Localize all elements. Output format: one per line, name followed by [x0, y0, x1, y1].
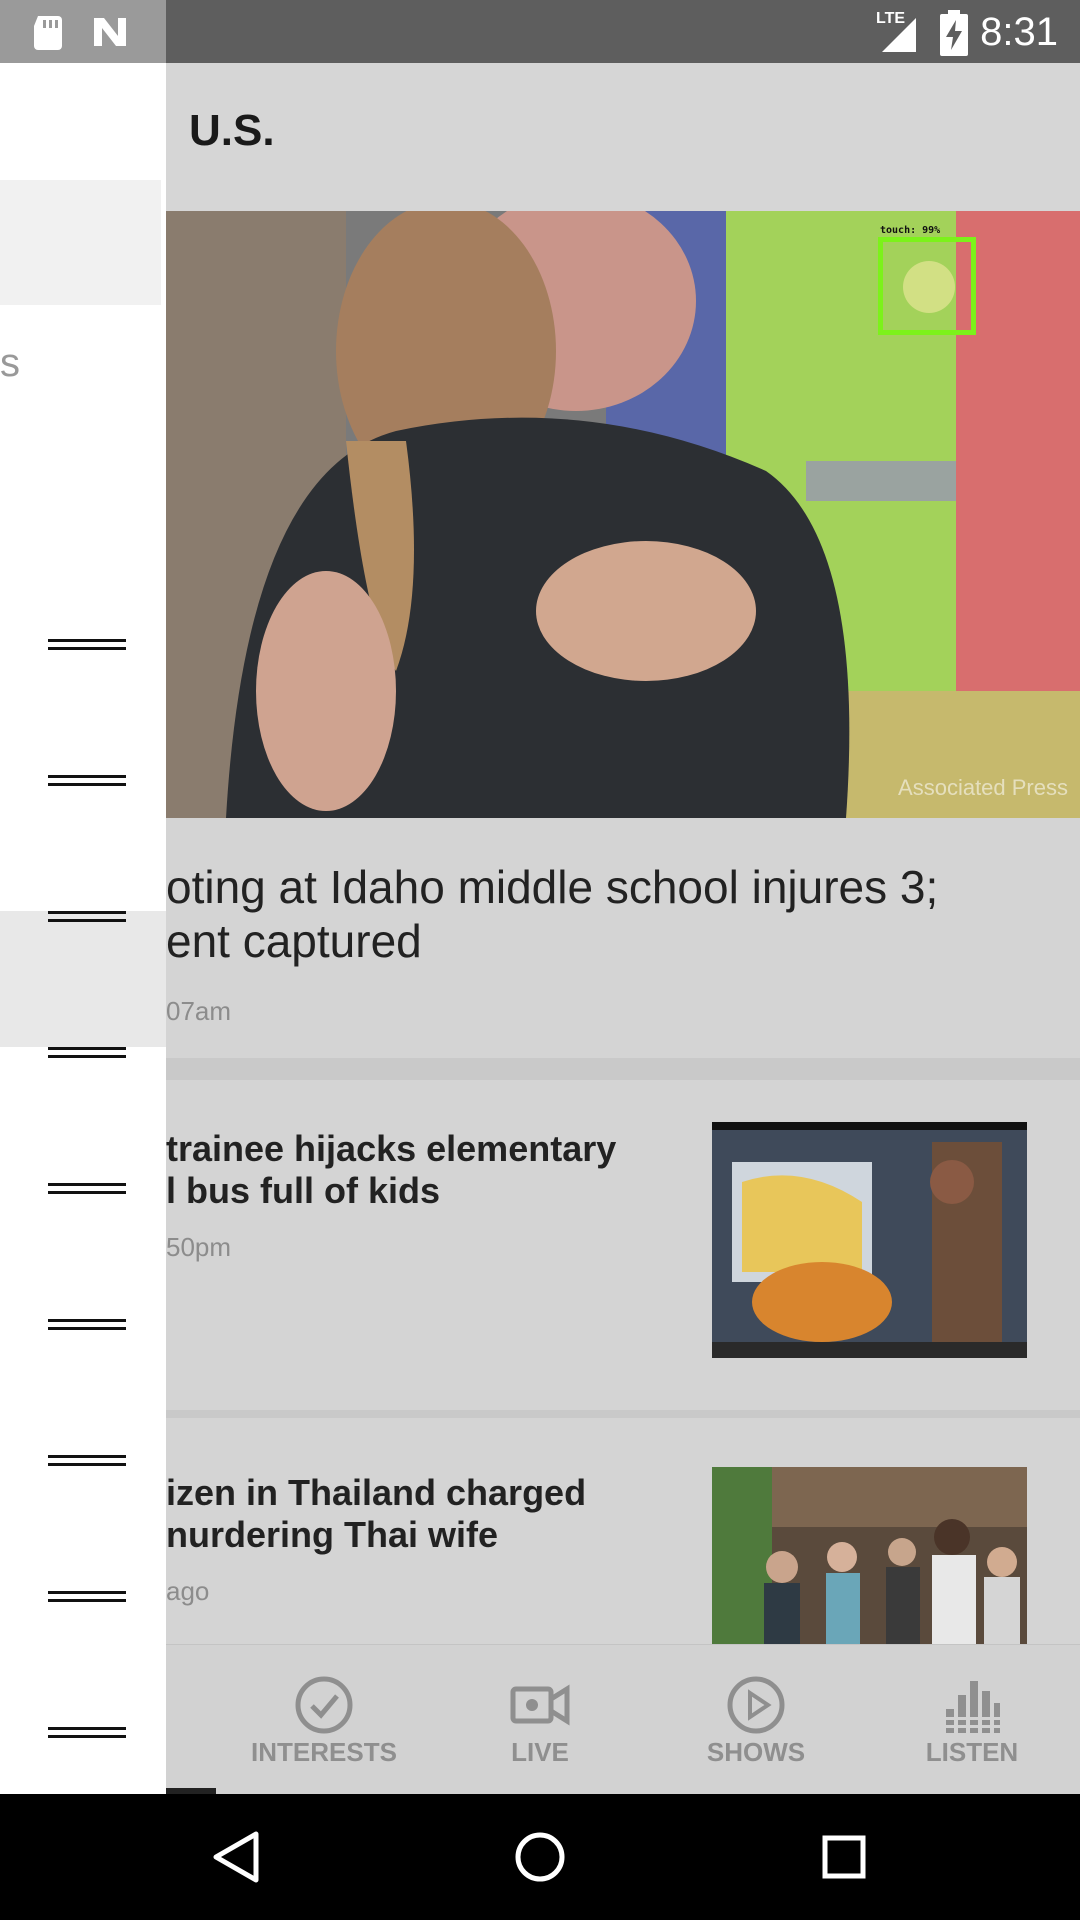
nav-label: SHOWS	[706, 1737, 806, 1767]
page-title: U.S.	[189, 106, 275, 155]
story-thumbnail[interactable]	[712, 1122, 1027, 1358]
recents-icon[interactable]	[784, 1794, 904, 1920]
equalizer-icon	[944, 1681, 1002, 1733]
check-circle-icon	[295, 1676, 353, 1734]
story-title-line2: l bus full of kids	[166, 1170, 441, 1211]
nav-label: LISTEN	[925, 1737, 1019, 1767]
nav-shows[interactable]: SHOWS	[656, 1645, 856, 1795]
signal-icon	[882, 18, 916, 52]
video-camera-icon	[510, 1684, 570, 1726]
status-bar: LTE 8:31	[0, 0, 1080, 63]
story-title-line2: nurdering Thai wife	[166, 1514, 499, 1555]
status-time: 8:31	[980, 10, 1058, 54]
divider	[166, 1058, 1080, 1080]
drag-handle-icon[interactable]	[48, 1455, 126, 1467]
n-icon	[94, 18, 126, 46]
lead-headline[interactable]: oting at Idaho middle school injures 3; …	[166, 860, 1066, 968]
nav-interests[interactable]: INTERESTS	[224, 1645, 424, 1795]
app-header	[166, 63, 1080, 211]
story-title-line1: trainee hijacks elementary	[166, 1128, 617, 1169]
lead-headline-line2: ent captured	[166, 915, 422, 967]
drag-handle-icon[interactable]	[48, 911, 126, 923]
sd-card-icon	[34, 16, 62, 50]
group-photo	[712, 1467, 1027, 1644]
battery-charging-icon	[940, 10, 968, 56]
drag-handle-icon[interactable]	[48, 1047, 126, 1059]
touch-dot	[903, 261, 955, 313]
lead-headline-line1: oting at Idaho middle school injures 3;	[166, 861, 939, 913]
nav-label: INTERESTS	[251, 1737, 397, 1767]
home-icon[interactable]	[480, 1794, 600, 1920]
status-bar-left	[0, 0, 166, 63]
story-timestamp: 50pm	[166, 1232, 232, 1262]
story-title-line1: izen in Thailand charged	[166, 1472, 587, 1513]
drawer-item-selected[interactable]	[0, 911, 166, 1047]
touch-label: touch: 99%	[880, 225, 941, 236]
drag-handle-icon[interactable]	[48, 1183, 126, 1195]
drag-handle-icon[interactable]	[48, 1319, 126, 1331]
nav-listen[interactable]: LISTEN	[872, 1645, 1072, 1795]
drawer-text-fragment: s	[0, 341, 20, 385]
nav-label: LIVE	[511, 1737, 569, 1767]
back-icon[interactable]	[176, 1794, 296, 1920]
story-thumbnail[interactable]	[712, 1467, 1027, 1644]
nav-live[interactable]: LIVE	[440, 1645, 640, 1795]
navigation-drawer: s	[0, 63, 166, 1794]
play-circle-icon	[727, 1676, 785, 1734]
story-timestamp: ago	[166, 1576, 210, 1606]
story-title[interactable]: izen in Thailand charged nurdering Thai …	[166, 1472, 666, 1556]
hero-image[interactable]: touch: 99% Associated Press	[166, 211, 1080, 818]
bottom-navigation: INTERESTS LIVE SHOWS LISTEN	[166, 1644, 1080, 1795]
photo-credit: Associated Press	[898, 775, 1068, 800]
drawer-header-item[interactable]	[0, 180, 161, 305]
divider	[166, 1410, 1080, 1418]
bus-hijack-photo	[712, 1122, 1027, 1358]
drag-handle-icon[interactable]	[48, 1591, 126, 1603]
story-title[interactable]: trainee hijacks elementary l bus full of…	[166, 1128, 666, 1212]
drag-handle-icon[interactable]	[48, 639, 126, 651]
system-navigation-bar	[0, 1794, 1080, 1920]
drag-handle-icon[interactable]	[48, 1727, 126, 1739]
lead-timestamp: 07am	[166, 996, 232, 1026]
drag-handle-icon[interactable]	[48, 775, 126, 787]
